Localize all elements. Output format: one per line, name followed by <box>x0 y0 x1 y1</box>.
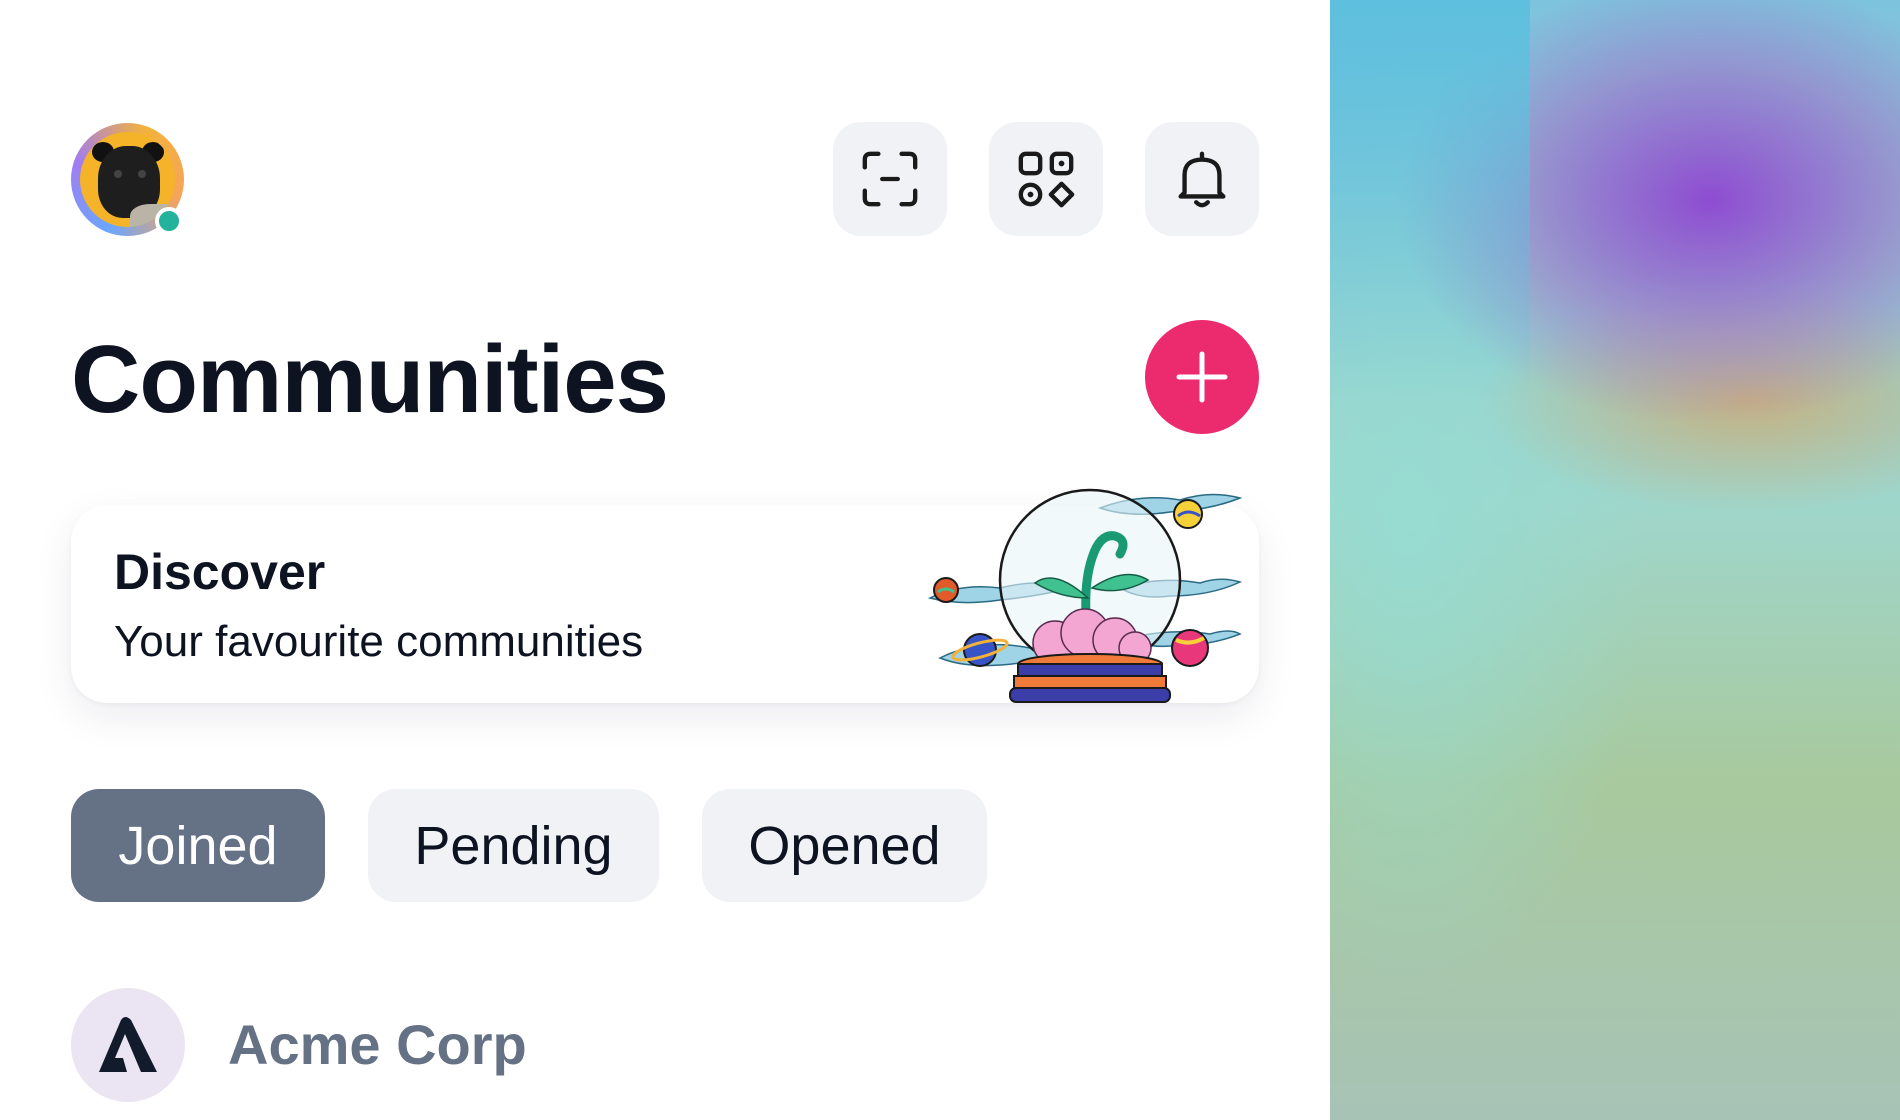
add-community-button[interactable] <box>1145 320 1259 434</box>
apps-button[interactable] <box>989 122 1103 236</box>
scan-icon <box>862 151 918 207</box>
acme-logo-icon[interactable] <box>71 988 185 1102</box>
tab-joined[interactable]: Joined <box>71 789 325 902</box>
online-status-dot <box>155 207 183 235</box>
snow-globe-plant-illustration <box>927 488 1243 703</box>
background-gradient <box>1330 0 1900 1120</box>
communities-panel: Communities Discover Your favourite comm… <box>0 0 1330 1120</box>
notifications-button[interactable] <box>1145 122 1259 236</box>
plus-icon <box>1176 351 1228 403</box>
user-avatar[interactable] <box>71 123 184 236</box>
tab-joined-label: Joined <box>118 815 278 876</box>
tab-opened[interactable]: Opened <box>702 789 987 902</box>
acme-a-glyph <box>99 1017 157 1072</box>
page-title: Communities <box>71 326 669 433</box>
tab-pending-label: Pending <box>414 815 613 876</box>
community-name[interactable]: Acme Corp <box>228 1012 527 1077</box>
discover-subtitle: Your favourite communities <box>114 617 644 666</box>
tab-pending[interactable]: Pending <box>368 789 659 902</box>
apps-icon <box>1018 151 1075 208</box>
discover-title: Discover <box>114 544 326 600</box>
bell-icon <box>1178 151 1226 208</box>
scan-button[interactable] <box>833 122 947 236</box>
tab-opened-label: Opened <box>748 815 941 876</box>
